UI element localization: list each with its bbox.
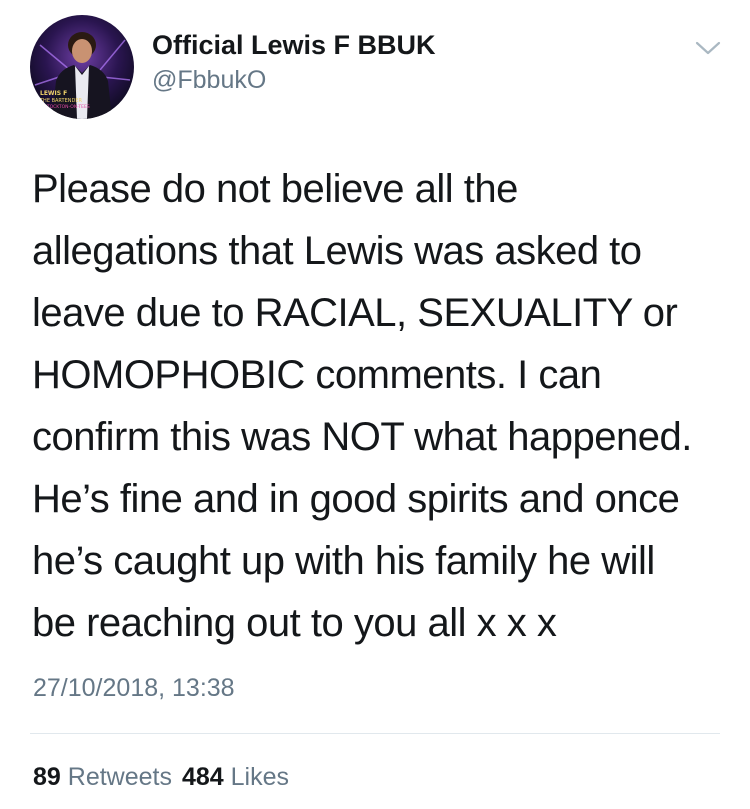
divider <box>30 733 720 734</box>
avatar-text-line-1: LEWIS F <box>40 90 67 97</box>
tweet-text: Please do not believe all the allegation… <box>32 158 732 654</box>
avatar-text-line-2: THE BARTENDER <box>39 98 82 104</box>
avatar[interactable]: LEWIS F THE BARTENDER STOCKTON-ON-TEES <box>30 15 134 119</box>
more-options-button[interactable] <box>692 36 724 60</box>
likes-stat[interactable]: 484 Likes <box>182 763 289 791</box>
tweet-text-line: He’s fine and in good spirits and once <box>32 477 680 521</box>
tweet-timestamp[interactable]: 27/10/2018, 13:38 <box>33 672 235 704</box>
likes-count: 484 <box>181 763 224 791</box>
retweets-label: Retweets <box>67 763 172 791</box>
likes-label: Likes <box>230 763 290 791</box>
tweet-text-line: HOMOPHOBIC comments. I can <box>32 353 602 397</box>
avatar-image: LEWIS F THE BARTENDER STOCKTON-ON-TEES <box>34 32 131 119</box>
tweet-text-line: Please do not believe all the <box>32 167 518 211</box>
tweet-text-line: leave due to RACIAL, SEXUALITY or <box>32 291 678 335</box>
retweets-stat[interactable]: 89 Retweets <box>33 763 172 791</box>
retweets-count: 89 <box>33 763 61 791</box>
username-handle[interactable]: @FbbukO <box>152 64 436 96</box>
tweet-stats: 89 Retweets 484 Likes <box>33 761 289 793</box>
tweet-text-line: he’s caught up with his family he will <box>32 539 655 583</box>
tweet-detail: LEWIS F THE BARTENDER STOCKTON-ON-TEES O… <box>0 0 750 809</box>
chevron-down-icon <box>695 41 721 55</box>
tweet-text-line: be reaching out to you all x x x <box>32 601 557 645</box>
avatar-text-line-3: STOCKTON-ON-TEES <box>44 104 90 110</box>
tweet-text-line: confirm this was NOT what happened. <box>32 415 692 459</box>
tweet-text-line: allegations that Lewis was asked to <box>32 229 642 273</box>
author-info: Official Lewis F BBUK @FbbukO <box>152 28 436 96</box>
display-name[interactable]: Official Lewis F BBUK <box>152 28 436 62</box>
